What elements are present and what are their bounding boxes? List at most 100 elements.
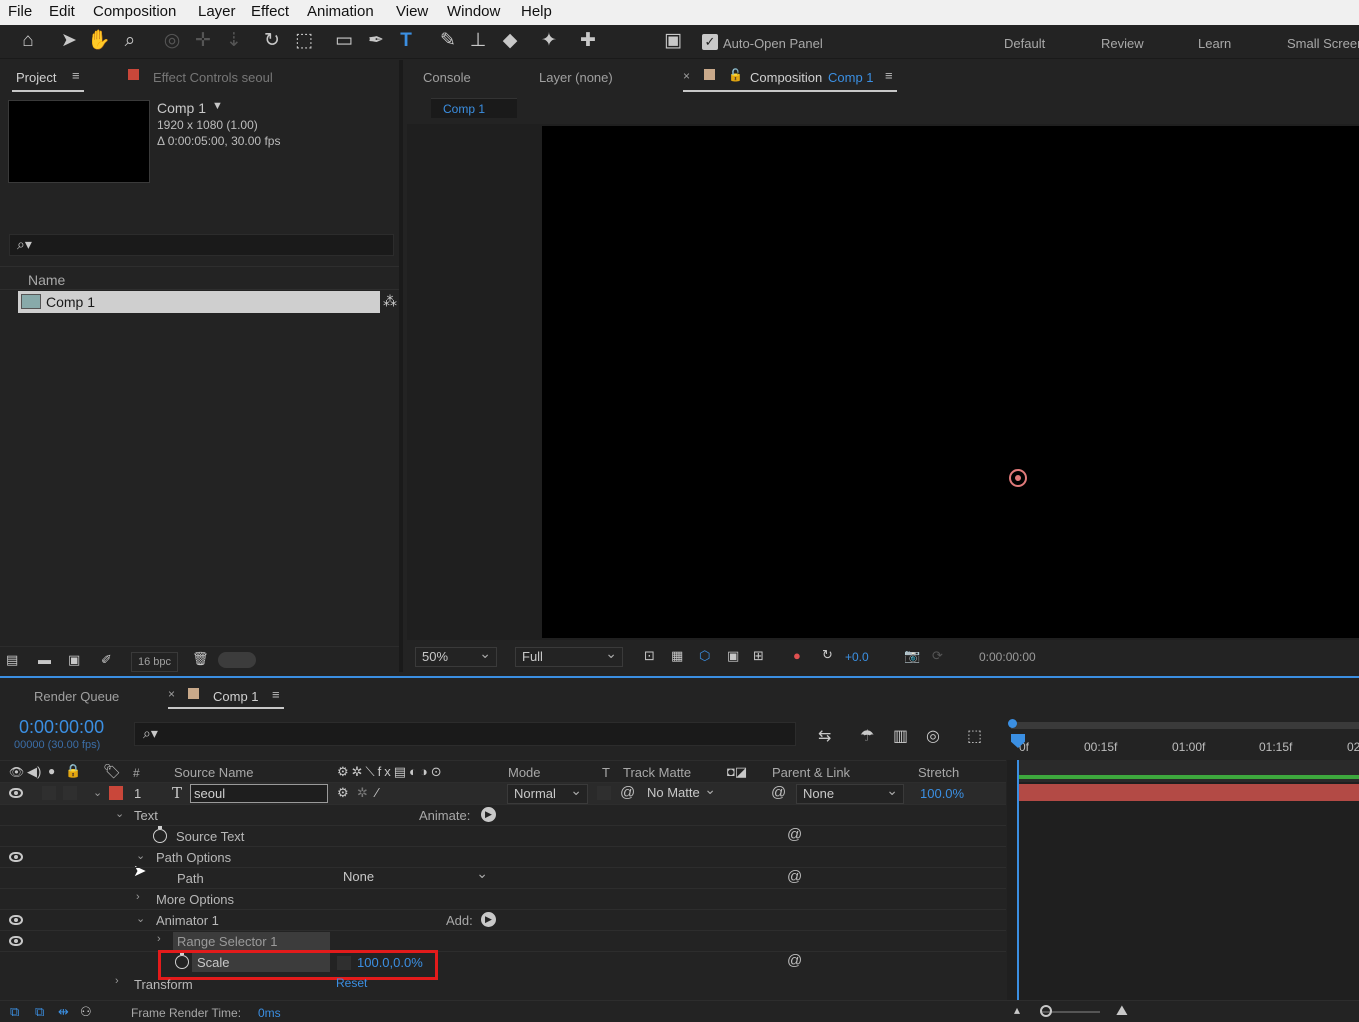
- graph-editor-icon[interactable]: ⬚: [967, 726, 982, 746]
- zoom-in-icon[interactable]: ⛰: [1116, 1002, 1128, 1019]
- transparency-grid-icon[interactable]: ▦: [671, 648, 683, 664]
- menu-view[interactable]: View: [396, 3, 428, 20]
- trash-icon[interactable]: 🗑: [192, 651, 209, 667]
- rectangle-tool-icon[interactable]: ▭: [332, 29, 356, 53]
- auto-open-checkbox[interactable]: ✓: [702, 34, 718, 50]
- eye-icon[interactable]: [9, 936, 23, 946]
- tab-render-queue[interactable]: Render Queue: [34, 689, 119, 704]
- project-search-input[interactable]: ⌕▾: [9, 234, 394, 256]
- track-matte-dropdown[interactable]: No Matte: [641, 780, 721, 804]
- tab-timeline-comp1[interactable]: Comp 1: [213, 689, 259, 704]
- property-row-animator[interactable]: ⌄ Animator 1 Add: ▶: [0, 909, 1006, 930]
- time-ruler[interactable]: 0f 00:15f 01:00f 01:15f 02: [1007, 719, 1359, 760]
- pick-whip-icon[interactable]: @: [787, 868, 802, 885]
- resolution-dropdown[interactable]: Full: [515, 644, 623, 667]
- column-mode[interactable]: Mode: [508, 765, 541, 780]
- zoom-slider-handle[interactable]: [1040, 1005, 1052, 1017]
- eye-column-icon[interactable]: 👁: [9, 765, 24, 779]
- adjust-icon[interactable]: ✐: [101, 652, 112, 668]
- path-dropdown[interactable]: None: [337, 864, 493, 888]
- home-icon[interactable]: ⌂: [16, 29, 40, 53]
- quality-switch-icon[interactable]: ⁄: [376, 785, 378, 800]
- clone-stamp-icon[interactable]: ⊥: [466, 29, 490, 53]
- caret-down-icon[interactable]: ▼: [212, 100, 223, 112]
- dolly-camera-icon[interactable]: ⇣: [222, 29, 246, 53]
- render-time-toggle-icon[interactable]: ⚇: [80, 1004, 92, 1020]
- menu-animation[interactable]: Animation: [307, 3, 374, 20]
- project-item-comp1[interactable]: Comp 1: [18, 291, 380, 313]
- layer-label-color[interactable]: [109, 786, 123, 800]
- viewer-timecode[interactable]: 0:00:00:00: [979, 650, 1036, 664]
- blend-mode-dropdown[interactable]: Normal: [507, 781, 588, 804]
- timeline-graph-area[interactable]: [1007, 760, 1359, 1000]
- pick-whip-icon[interactable]: @: [787, 952, 802, 969]
- orbit-camera-icon[interactable]: ◎: [160, 29, 184, 53]
- thumbnail-slider[interactable]: [218, 652, 256, 668]
- parent-dropdown[interactable]: None: [796, 781, 904, 804]
- new-folder-icon[interactable]: ▬: [38, 652, 51, 667]
- tab-console[interactable]: Console: [423, 70, 471, 85]
- column-name[interactable]: Name: [28, 272, 65, 288]
- property-row-path-options[interactable]: ⌄ Path Options ➤: [0, 846, 1006, 880]
- interpret-footage-icon[interactable]: ▤: [6, 652, 18, 668]
- column-source-name[interactable]: Source Name: [174, 765, 253, 780]
- channel-icon[interactable]: ●: [793, 648, 801, 663]
- panel-toggle-icon[interactable]: ▣: [661, 29, 685, 53]
- pick-whip-icon[interactable]: @: [620, 784, 635, 801]
- audio-toggle[interactable]: [42, 786, 56, 800]
- magnification-dropdown[interactable]: 50%: [415, 644, 497, 667]
- new-composition-icon[interactable]: ▣: [68, 652, 80, 668]
- property-row-range-selector[interactable]: › Range Selector 1: [0, 930, 1006, 951]
- chevron-right-icon[interactable]: ›: [157, 933, 161, 945]
- panel-menu-icon[interactable]: ≡: [272, 687, 280, 702]
- stopwatch-icon[interactable]: [153, 826, 167, 843]
- flowchart-icon[interactable]: ⁂: [383, 293, 397, 310]
- menu-edit[interactable]: Edit: [49, 3, 75, 20]
- layer-switches-toggle-icon[interactable]: ⧉: [10, 1004, 19, 1020]
- layer-duration-bar[interactable]: [1017, 784, 1359, 801]
- work-area-start-handle[interactable]: [1008, 719, 1017, 728]
- column-track-matte[interactable]: Track Matte: [623, 765, 691, 780]
- pick-whip-icon[interactable]: @: [787, 826, 802, 843]
- grid-guides-icon[interactable]: ⊞: [753, 648, 764, 664]
- stretch-value[interactable]: 100.0%: [920, 786, 964, 801]
- mask-visibility-icon[interactable]: ⬡: [699, 648, 710, 664]
- property-row-scale[interactable]: Scale 100.0,0.0% @: [0, 950, 1006, 980]
- motion-blur-icon[interactable]: ◎: [926, 726, 940, 746]
- tab-project[interactable]: Project: [16, 70, 56, 85]
- reset-exposure-icon[interactable]: ↻: [822, 647, 833, 663]
- parent-pick-whip-icon[interactable]: @: [771, 784, 786, 801]
- column-parent-link[interactable]: Parent & Link: [772, 765, 850, 780]
- brush-tool-icon[interactable]: ✎: [436, 29, 460, 53]
- frame-blending-icon[interactable]: ▥: [893, 726, 908, 746]
- solo-toggle[interactable]: [63, 786, 77, 800]
- type-tool-icon[interactable]: T: [394, 29, 418, 53]
- add-menu-icon[interactable]: ▶: [481, 912, 496, 927]
- menu-effect[interactable]: Effect: [251, 3, 289, 20]
- puppet-pin-icon[interactable]: ✚: [576, 29, 600, 53]
- animate-menu-icon[interactable]: ▶: [481, 807, 496, 822]
- eye-icon[interactable]: [9, 852, 23, 862]
- rotation-tool-icon[interactable]: ↻: [260, 29, 284, 53]
- panel-menu-icon[interactable]: ≡: [885, 68, 893, 83]
- hand-tool-icon[interactable]: ✋: [87, 29, 111, 53]
- close-tab-icon[interactable]: ×: [168, 687, 175, 701]
- workspace-default[interactable]: Default: [1004, 36, 1045, 51]
- audio-column-icon[interactable]: ◀): [27, 764, 41, 780]
- chevron-down-icon[interactable]: ⌄: [93, 786, 102, 799]
- menu-window[interactable]: Window: [447, 3, 500, 20]
- composition-canvas[interactable]: [542, 126, 1359, 638]
- chevron-down-icon[interactable]: ⌄: [115, 807, 124, 820]
- workspace-learn[interactable]: Learn: [1198, 36, 1231, 51]
- preserve-transparency-toggle[interactable]: [597, 786, 611, 800]
- panel-menu-icon[interactable]: ≡: [72, 68, 80, 83]
- tab-effect-controls[interactable]: Effect Controls seoul: [153, 70, 273, 85]
- work-area-bar[interactable]: [1011, 722, 1359, 729]
- property-row-more-options[interactable]: › More Options: [0, 888, 1006, 909]
- layer-row-1[interactable]: ⌄ 1 T seoul ⚙ ✲ ⁄ Normal @ No Matte @ No…: [0, 780, 1006, 804]
- pan-camera-icon[interactable]: ✛: [191, 29, 215, 53]
- reset-link[interactable]: Reset: [336, 976, 367, 990]
- zoom-out-icon[interactable]: ▴: [1014, 1003, 1020, 1017]
- eraser-tool-icon[interactable]: ◆: [498, 29, 522, 53]
- current-time-display[interactable]: 0:00:00:00: [19, 717, 104, 738]
